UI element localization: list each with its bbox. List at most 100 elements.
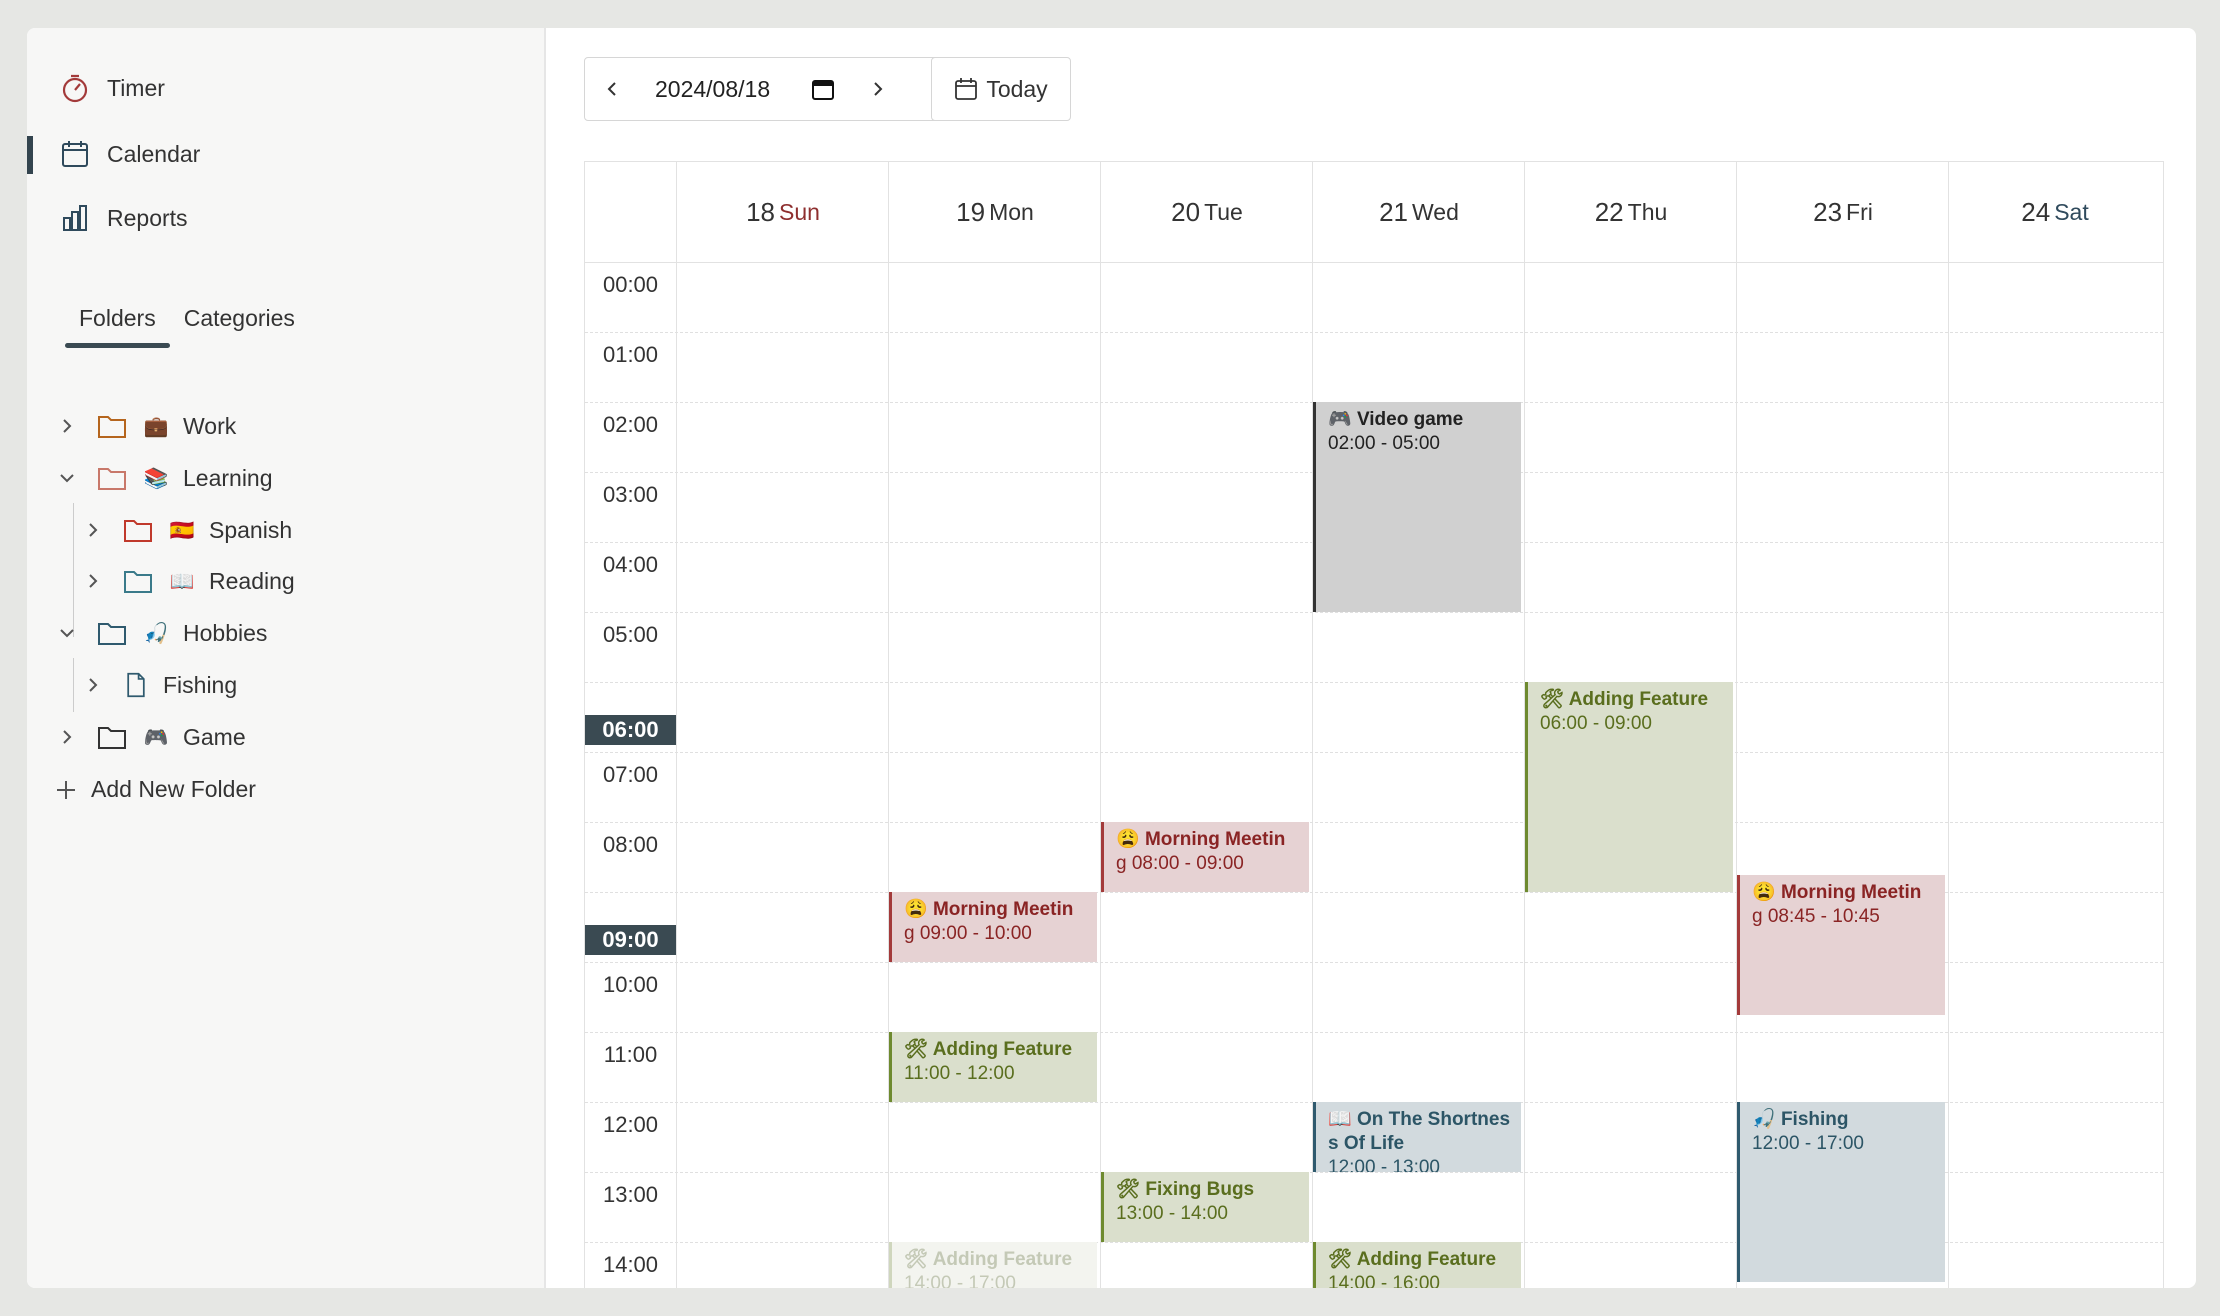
day-name: Thu bbox=[1627, 198, 1668, 225]
day-header-row: 18 Sun 19 Mon 20 Tue 21 Wed 22 Thu 23 Fri 24 Sa… bbox=[585, 162, 2163, 263]
hour-label: 04:00 bbox=[602, 552, 659, 577]
folder-icon bbox=[98, 416, 126, 438]
event-adding-feature[interactable]: 🛠 Adding Feature 14:00 - 17:00 bbox=[889, 1242, 1097, 1288]
document-icon bbox=[127, 672, 145, 698]
chevron-right-icon[interactable] bbox=[83, 675, 103, 695]
chevron-right-icon bbox=[874, 82, 883, 96]
event-title: Morning Meetin bbox=[1144, 829, 1286, 850]
event-on-the-shortness-of-life[interactable]: 📖 On The Shortnes s Of Life 12:00 - 13:0… bbox=[1313, 1102, 1521, 1172]
event-fishing[interactable]: 🎣 Fishing 12:00 - 17:00 bbox=[1737, 1102, 1945, 1282]
add-new-folder-label: Add New Folder bbox=[91, 776, 256, 802]
hour-label: 05:00 bbox=[602, 622, 659, 647]
event-adding-feature[interactable]: 🛠 Adding Feature 11:00 - 12:00 bbox=[889, 1032, 1097, 1102]
folder-icon bbox=[124, 520, 152, 542]
folder-work[interactable]: 💼 Work bbox=[57, 403, 236, 449]
folder-emoji: 🇪🇸 bbox=[169, 519, 195, 542]
nav-calendar[interactable]: Calendar bbox=[27, 126, 544, 182]
day-header: 23 Fri bbox=[1736, 162, 1949, 262]
hour-label: 08:00 bbox=[602, 832, 659, 857]
category-label: Fishing bbox=[163, 671, 238, 698]
add-new-folder-button[interactable]: Add New Folder bbox=[53, 776, 256, 803]
date-input[interactable]: 2024/08/18 bbox=[655, 58, 770, 120]
day-name: Sat bbox=[2054, 198, 2089, 225]
event-icon: 🛠 bbox=[904, 1039, 929, 1060]
folder-game[interactable]: 🎮 Game bbox=[57, 714, 246, 760]
folder-emoji: 🎣 bbox=[143, 622, 169, 645]
next-week-button[interactable] bbox=[851, 58, 905, 120]
event-title: Adding Feature bbox=[1356, 1249, 1497, 1270]
event-morning-meeting[interactable]: 😩 Morning Meetin g 08:00 - 09:00 bbox=[1101, 822, 1309, 892]
chevron-right-icon[interactable] bbox=[57, 727, 77, 747]
event-time: 11:00 - 12:00 bbox=[904, 1063, 1015, 1084]
day-number: 24 bbox=[2021, 196, 2051, 227]
folder-learning[interactable]: 📚 Learning bbox=[57, 455, 273, 501]
event-time: 08:00 - 09:00 bbox=[1131, 853, 1244, 874]
day-name: Mon bbox=[989, 198, 1034, 225]
folder-emoji: 📖 bbox=[169, 570, 195, 593]
hour-label: 11:00 bbox=[603, 1042, 658, 1067]
day-number: 21 bbox=[1379, 196, 1409, 227]
event-title: Adding Feature bbox=[932, 1039, 1073, 1060]
event-title: Fixing Bugs bbox=[1145, 1179, 1255, 1200]
day-header: 19 Mon bbox=[888, 162, 1101, 262]
prev-week-button[interactable] bbox=[585, 58, 639, 120]
event-icon: 🛠 bbox=[1116, 1179, 1141, 1200]
hour-line bbox=[585, 822, 2163, 823]
day-number: 18 bbox=[746, 196, 775, 227]
bar-chart-icon bbox=[63, 205, 87, 231]
category-fishing[interactable]: Fishing bbox=[83, 662, 237, 708]
event-title: Fishing bbox=[1780, 1109, 1849, 1130]
chevron-right-icon[interactable] bbox=[83, 520, 103, 540]
chevron-right-icon[interactable] bbox=[57, 416, 77, 436]
calendar-picker-icon[interactable] bbox=[811, 77, 835, 101]
today-button[interactable]: Today bbox=[931, 57, 1071, 121]
today-label: Today bbox=[986, 75, 1048, 102]
week-calendar: 18 Sun 19 Mon 20 Tue 21 Wed 22 Thu 23 Fri 24 Sa… bbox=[584, 161, 2164, 1288]
day-name: Sun bbox=[778, 198, 820, 225]
hour-label: 07:00 bbox=[602, 762, 659, 787]
folder-icon bbox=[98, 623, 126, 645]
folder-hobbies[interactable]: 🎣 Hobbies bbox=[57, 610, 267, 656]
plus-icon bbox=[57, 780, 75, 799]
column-divider bbox=[676, 262, 677, 1288]
calendar-icon bbox=[955, 78, 978, 100]
event-time: 09:00 - 10:00 bbox=[919, 923, 1032, 944]
calendar-icon bbox=[62, 141, 88, 167]
event-morning-meeting[interactable]: 😩 Morning Meetin g 08:45 - 10:45 bbox=[1737, 875, 1945, 1015]
hour-label: 13:00 bbox=[602, 1182, 659, 1207]
folder-icon bbox=[98, 468, 126, 490]
event-title: Video game bbox=[1356, 409, 1464, 430]
hour-line bbox=[585, 682, 2163, 683]
event-title-wrap: g bbox=[904, 923, 915, 944]
event-adding-feature[interactable]: 🛠 Adding Feature 14:00 - 16:00 bbox=[1313, 1242, 1521, 1288]
event-time: 02:00 - 05:00 bbox=[1328, 433, 1440, 454]
event-time: 12:00 - 17:00 bbox=[1752, 1133, 1864, 1154]
event-title: Adding Feature bbox=[1568, 689, 1709, 710]
hour-label: 03:00 bbox=[602, 482, 659, 507]
chevron-down-icon[interactable] bbox=[57, 468, 77, 488]
event-morning-meeting[interactable]: 😩 Morning Meetin g 09:00 - 10:00 bbox=[889, 892, 1097, 962]
tab-categories[interactable]: Categories bbox=[170, 298, 309, 348]
hour-line bbox=[585, 612, 2163, 613]
event-icon: 🎣 bbox=[1752, 1109, 1776, 1130]
event-title: Morning Meetin bbox=[1780, 882, 1922, 903]
chevron-down-icon[interactable] bbox=[57, 623, 77, 643]
event-video-game[interactable]: 🎮 Video game 02:00 - 05:00 bbox=[1313, 402, 1521, 612]
date-navigator: 2024/08/18 bbox=[584, 57, 946, 121]
nav-reports[interactable]: Reports bbox=[27, 190, 544, 246]
hour-label: 10:00 bbox=[602, 972, 659, 997]
hour-label: 12:00 bbox=[602, 1112, 659, 1137]
hour-line bbox=[585, 1032, 2163, 1033]
folder-spanish[interactable]: 🇪🇸 Spanish bbox=[83, 507, 292, 553]
event-adding-feature[interactable]: 🛠 Adding Feature 06:00 - 09:00 bbox=[1525, 682, 1733, 892]
chevron-right-icon[interactable] bbox=[83, 571, 103, 591]
day-number: 23 bbox=[1813, 196, 1843, 227]
folder-reading[interactable]: 📖 Reading bbox=[83, 558, 295, 604]
nav-timer[interactable]: Timer bbox=[27, 60, 544, 116]
tab-folders[interactable]: Folders bbox=[65, 298, 170, 348]
day-number: 22 bbox=[1594, 196, 1624, 227]
event-fixing-bugs[interactable]: 🛠 Fixing Bugs 13:00 - 14:00 bbox=[1101, 1172, 1309, 1242]
event-icon: 😩 bbox=[1116, 829, 1140, 850]
sidebar: Timer Calendar Reports Folders Categorie… bbox=[27, 28, 546, 1288]
event-time: 14:00 - 16:00 bbox=[1328, 1273, 1440, 1288]
